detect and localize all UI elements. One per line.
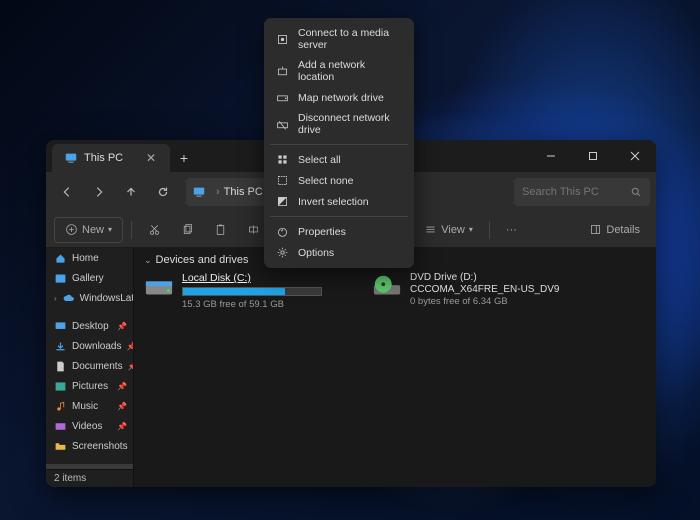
network-location-icon — [276, 65, 289, 78]
downloads-icon — [54, 340, 67, 353]
sidebar-item-videos[interactable]: Videos📌 — [46, 416, 133, 436]
rename-icon — [247, 223, 260, 236]
chevron-right-icon: › — [216, 186, 220, 198]
sidebar-item-downloads[interactable]: Downloads📌 — [46, 336, 133, 356]
map-drive-icon — [276, 91, 289, 104]
details-icon — [589, 223, 602, 236]
drive-name: DVD Drive (D:) — [410, 272, 560, 283]
properties-icon — [276, 225, 289, 238]
sidebar: Home Gallery ›WindowsLatest Desktop📌 Dow… — [46, 248, 134, 487]
sidebar-item-home[interactable]: Home — [46, 248, 133, 268]
search-box[interactable] — [514, 178, 650, 206]
search-icon — [630, 186, 642, 198]
sidebar-item-music[interactable]: Music📌 — [46, 396, 133, 416]
this-pc-icon — [192, 185, 206, 199]
chevron-down-icon: ▾ — [469, 225, 473, 234]
sidebar-item-screenshots[interactable]: Screenshots — [46, 436, 133, 456]
context-menu: Connect to a media server Add a network … — [264, 18, 414, 268]
close-button[interactable] — [614, 140, 656, 172]
cut-icon — [148, 223, 161, 236]
ctx-properties[interactable]: Properties — [264, 221, 414, 242]
documents-icon — [54, 360, 67, 373]
copy-icon — [181, 223, 194, 236]
home-icon — [54, 252, 67, 265]
this-pc-icon — [64, 151, 78, 165]
ctx-select-none[interactable]: Select none — [264, 170, 414, 191]
gallery-icon — [54, 272, 67, 285]
pin-icon: 📌 — [126, 342, 133, 351]
chevron-down-icon: ▾ — [108, 225, 112, 234]
new-button[interactable]: New ▾ — [54, 217, 123, 243]
ctx-options[interactable]: Options — [264, 242, 414, 263]
drive-volume-label: CCCOMA_X64FRE_EN-US_DV9 — [410, 284, 560, 295]
status-bar: 2 items — [46, 469, 133, 487]
more-button[interactable]: ··· — [498, 217, 525, 243]
copy-button[interactable] — [173, 217, 202, 243]
details-pane-button[interactable]: Details — [581, 217, 648, 243]
folder-icon — [54, 440, 67, 453]
drive-icon — [144, 272, 174, 302]
paste-button[interactable] — [206, 217, 235, 243]
window-controls — [530, 140, 656, 172]
sidebar-item-windowslatest[interactable]: ›WindowsLatest — [46, 288, 133, 308]
pictures-icon — [54, 380, 67, 393]
explorer-body: Home Gallery ›WindowsLatest Desktop📌 Dow… — [46, 248, 656, 487]
ctx-disconnect-network-drive[interactable]: Disconnect network drive — [264, 108, 414, 140]
sidebar-item-pictures[interactable]: Pictures📌 — [46, 376, 133, 396]
ctx-map-network-drive[interactable]: Map network drive — [264, 87, 414, 108]
refresh-button[interactable] — [148, 177, 178, 207]
pin-icon: 📌 — [117, 422, 127, 431]
ctx-add-network-location[interactable]: Add a network location — [264, 55, 414, 87]
new-tab-button[interactable]: + — [170, 144, 198, 172]
tab-close-button[interactable]: ✕ — [142, 151, 160, 165]
options-icon — [276, 246, 289, 259]
tab-label: This PC — [84, 152, 123, 164]
pin-icon: 📌 — [117, 382, 127, 391]
content-pane[interactable]: ⌄ Devices and drives Local Disk (C:) 15.… — [134, 248, 656, 487]
media-server-icon — [276, 33, 289, 46]
drive-free-text: 0 bytes free of 6.34 GB — [410, 296, 560, 307]
drive-free-text: 15.3 GB free of 59.1 GB — [182, 299, 322, 310]
dvd-drive-icon — [372, 272, 402, 302]
ctx-invert-selection[interactable]: Invert selection — [264, 191, 414, 212]
cut-button[interactable] — [140, 217, 169, 243]
tab-this-pc[interactable]: This PC ✕ — [52, 144, 170, 172]
sidebar-item-documents[interactable]: Documents📌 — [46, 356, 133, 376]
drive-dvd-d[interactable]: DVD Drive (D:) CCCOMA_X64FRE_EN-US_DV9 0… — [372, 272, 582, 310]
up-button[interactable] — [116, 177, 146, 207]
desktop-icon — [54, 320, 67, 333]
pin-icon: 📌 — [128, 362, 133, 371]
chevron-down-icon: ⌄ — [144, 255, 152, 266]
plus-circle-icon — [65, 223, 78, 236]
invert-selection-icon — [276, 195, 289, 208]
drive-local-disk-c[interactable]: Local Disk (C:) 15.3 GB free of 59.1 GB — [144, 272, 354, 310]
ctx-select-all[interactable]: Select all — [264, 149, 414, 170]
forward-button[interactable] — [84, 177, 114, 207]
pin-icon: 📌 — [117, 402, 127, 411]
select-none-icon — [276, 174, 289, 187]
cloud-icon — [62, 292, 75, 305]
search-input[interactable] — [522, 186, 626, 198]
minimize-button[interactable] — [530, 140, 572, 172]
view-icon — [424, 223, 437, 236]
maximize-button[interactable] — [572, 140, 614, 172]
videos-icon — [54, 420, 67, 433]
pin-icon: 📌 — [117, 322, 127, 331]
chevron-right-icon: › — [54, 294, 57, 303]
sidebar-item-gallery[interactable]: Gallery — [46, 268, 133, 288]
view-button[interactable]: View ▾ — [416, 217, 481, 243]
sidebar-item-desktop[interactable]: Desktop📌 — [46, 316, 133, 336]
disconnect-drive-icon — [276, 118, 289, 131]
select-all-icon — [276, 153, 289, 166]
drive-usage-bar — [182, 287, 322, 296]
ctx-connect-media-server[interactable]: Connect to a media server — [264, 23, 414, 55]
paste-icon — [214, 223, 227, 236]
drive-name: Local Disk (C:) — [182, 272, 322, 284]
music-icon — [54, 400, 67, 413]
back-button[interactable] — [52, 177, 82, 207]
breadcrumb-segment[interactable]: This PC — [224, 186, 263, 198]
more-icon: ··· — [506, 224, 517, 236]
